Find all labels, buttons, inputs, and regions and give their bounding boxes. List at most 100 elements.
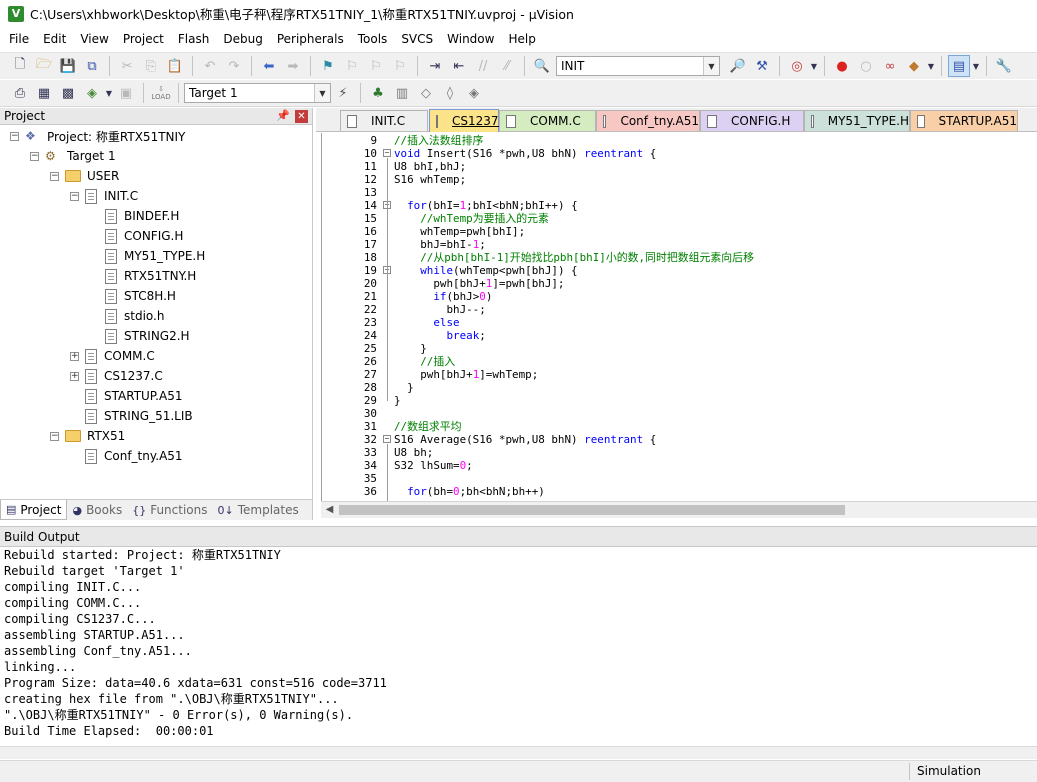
expand-icon[interactable]: + <box>70 351 79 361</box>
find-icon[interactable]: 🔎 <box>727 55 749 77</box>
bookmark-icon[interactable]: ⚑ <box>317 55 339 77</box>
unindent-icon[interactable]: ⇤ <box>448 55 470 77</box>
breakpoint-icon[interactable]: ● <box>831 55 853 77</box>
open-folder-icon[interactable]: 🗁 <box>33 55 55 77</box>
wrench-icon[interactable]: 🔧 <box>993 55 1015 77</box>
tab-functions[interactable]: {} Functions <box>127 500 212 520</box>
menu-view[interactable]: View <box>73 32 115 46</box>
fold-toggle-icon[interactable]: − <box>383 435 391 443</box>
tree-item[interactable]: BINDEF.H <box>90 206 179 226</box>
collapse-icon[interactable]: − <box>50 431 59 441</box>
menu-peripherals[interactable]: Peripherals <box>270 32 351 46</box>
collapse-icon[interactable]: − <box>70 191 79 201</box>
tree-item[interactable]: + COMM.C <box>70 346 155 366</box>
collapse-icon[interactable]: − <box>10 131 19 141</box>
editor-tab[interactable]: Conf_tny.A51 <box>596 110 700 131</box>
debug-session-icon[interactable]: ◎ <box>786 55 808 77</box>
configure-icon[interactable]: ◆ <box>903 55 925 77</box>
build-output-horizontal-scrollbar[interactable] <box>0 746 1037 759</box>
manage-components-icon[interactable]: ♣ <box>367 82 389 104</box>
collapse-icon[interactable]: − <box>30 151 39 161</box>
window-layout-icon[interactable]: ▤ <box>948 55 970 77</box>
next-bookmark-icon[interactable]: ⚐ <box>365 55 387 77</box>
indent-icon[interactable]: ⇥ <box>424 55 446 77</box>
menu-window[interactable]: Window <box>440 32 501 46</box>
tree-item[interactable]: − ❖ Project: 称重RTX51TNIY <box>10 126 185 146</box>
tree-item[interactable]: − RTX51 <box>50 426 125 446</box>
find-in-files-icon[interactable]: 🔍 <box>531 55 553 77</box>
editor-tab[interactable]: COMM.C <box>499 110 596 131</box>
rebuild-icon[interactable]: ▩ <box>57 82 79 104</box>
build-output-log[interactable]: Rebuild started: Project: 称重RTX51TNIY Reb… <box>0 547 1037 739</box>
clear-bookmarks-icon[interactable]: ⚐ <box>389 55 411 77</box>
navigate-forward-icon[interactable]: ➡ <box>282 55 304 77</box>
close-icon[interactable]: ✕ <box>295 110 308 123</box>
navigate-back-icon[interactable]: ⬅ <box>258 55 280 77</box>
prev-bookmark-icon[interactable]: ⚐ <box>341 55 363 77</box>
tree-item[interactable]: − USER <box>50 166 119 186</box>
pack-installer-icon[interactable]: ◊ <box>439 82 461 104</box>
scroll-left-icon[interactable]: ◀ <box>321 502 338 518</box>
menu-debug[interactable]: Debug <box>216 32 269 46</box>
target-options-icon[interactable]: ⚡ <box>332 82 354 104</box>
tree-item[interactable]: − INIT.C <box>70 186 138 206</box>
kill-breakpoints-icon[interactable]: ∞ <box>879 55 901 77</box>
editor-tab[interactable]: CONFIG.H <box>700 110 804 131</box>
editor-tab[interactable]: STARTUP.A51 <box>910 110 1018 131</box>
disable-breakpoint-icon[interactable]: ○ <box>855 55 877 77</box>
tree-item[interactable]: + CS1237.C <box>70 366 163 386</box>
code-area[interactable]: 9//插入法数组排序 10− void Insert(S16 *pwh,U8 bhN… <box>321 133 1037 501</box>
tree-item[interactable]: MY51_TYPE.H <box>90 246 205 266</box>
tree-item[interactable]: − ⚙ Target 1 <box>30 146 116 166</box>
undo-icon[interactable]: ↶ <box>199 55 221 77</box>
build-icon[interactable]: ▦ <box>33 82 55 104</box>
editor-tab[interactable]: INIT.C <box>340 110 428 131</box>
tree-item[interactable]: CONFIG.H <box>90 226 183 246</box>
editor-tab[interactable]: CS1237.C <box>429 109 511 132</box>
menu-flash[interactable]: Flash <box>171 32 216 46</box>
chevron-down-icon[interactable]: ▼ <box>703 57 719 75</box>
save-all-icon[interactable]: ⧉ <box>81 55 103 77</box>
incremental-find-icon[interactable]: ⚒ <box>751 55 773 77</box>
chevron-down-icon[interactable]: ▼ <box>927 55 935 77</box>
pin-icon[interactable]: 📌 <box>276 109 290 122</box>
copy-icon[interactable]: ⎘ <box>140 55 162 77</box>
editor-tab[interactable]: MY51_TYPE.H <box>804 110 910 131</box>
paste-icon[interactable]: 📋 <box>164 55 186 77</box>
comment-icon[interactable]: // <box>472 55 494 77</box>
chevron-down-icon[interactable]: ▼ <box>105 82 113 104</box>
target-select[interactable]: Target 1 ▼ <box>184 83 331 103</box>
manage-rte-icon[interactable]: ▥ <box>391 82 413 104</box>
download-icon[interactable]: ⇩ LOAD <box>150 82 172 104</box>
expand-icon[interactable]: + <box>70 371 79 381</box>
scrollbar-thumb[interactable] <box>339 505 845 515</box>
tab-project[interactable]: ▤ Project <box>0 500 68 520</box>
chevron-down-icon[interactable]: ▼ <box>810 55 818 77</box>
tree-item[interactable]: Conf_tny.A51 <box>70 446 183 466</box>
menu-edit[interactable]: Edit <box>36 32 73 46</box>
find-combo[interactable]: INIT ▼ <box>556 56 720 76</box>
collapse-icon[interactable]: − <box>50 171 59 181</box>
redo-icon[interactable]: ↷ <box>223 55 245 77</box>
uncomment-icon[interactable]: ⁄⁄ <box>496 55 518 77</box>
menu-svcs[interactable]: SVCS <box>394 32 440 46</box>
chevron-down-icon[interactable]: ▼ <box>972 55 980 77</box>
new-file-icon[interactable]: 🗋 <box>9 55 31 77</box>
tree-item[interactable]: stdio.h <box>90 306 164 326</box>
select-packs-icon[interactable]: ◇ <box>415 82 437 104</box>
save-icon[interactable]: 💾 <box>57 55 79 77</box>
software-packs-icon[interactable]: ◈ <box>463 82 485 104</box>
tab-templates[interactable]: 0↓ Templates <box>213 500 304 520</box>
chevron-down-icon[interactable]: ▼ <box>314 84 330 102</box>
menu-project[interactable]: Project <box>116 32 171 46</box>
batch-build-icon[interactable]: ◈ <box>81 82 103 104</box>
translate-icon[interactable]: ⎙ <box>9 82 31 104</box>
menu-help[interactable]: Help <box>501 32 542 46</box>
tree-item[interactable]: STRING_51.LIB <box>70 406 193 426</box>
menu-tools[interactable]: Tools <box>351 32 395 46</box>
stop-build-icon[interactable]: ▣ <box>115 82 137 104</box>
tree-item[interactable]: RTX51TNY.H <box>90 266 196 286</box>
tree-item[interactable]: STARTUP.A51 <box>70 386 182 406</box>
tab-books[interactable]: ◕ Books <box>67 500 127 520</box>
tree-item[interactable]: STC8H.H <box>90 286 176 306</box>
